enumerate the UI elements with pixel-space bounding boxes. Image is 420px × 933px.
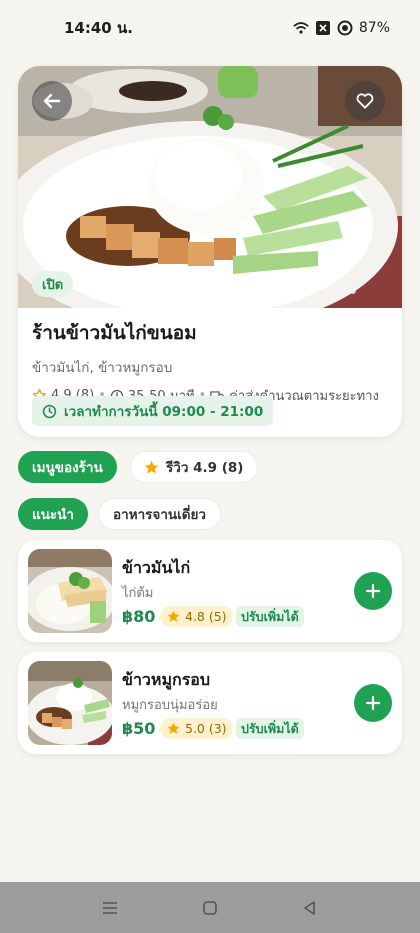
plus-icon [365,583,381,599]
battery-icon [337,20,353,36]
menu-item-image [28,549,112,633]
restaurant-name: ร้านข้าวมันไก่ขนอม [32,322,197,344]
tab-reviews[interactable]: รีวิว 4.9 (8) [130,451,259,483]
menu-item-description: ไก่ต้ม [122,586,154,601]
opening-hours: เวลาทำการวันนี้ 09:00 - 21:00 [32,396,274,426]
menu-item-rating: 4.8 (5) [160,606,233,627]
square-icon [203,900,217,915]
back-nav-button[interactable] [295,893,325,923]
status-time: 14:40 น. [64,19,133,37]
menu-item-name: ข้าวหมูกรอบ [122,670,211,689]
menu-item[interactable]: ข้าวหมูกรอบ หมูกรอบนุ่มอร่อย ฿50 5.0 (3)… [18,652,402,754]
menu-item-rating-value: 5.0 (3) [185,721,227,736]
menu-item-image [28,661,112,745]
favorite-button[interactable] [345,81,385,121]
menu-lines-icon [103,901,117,914]
no-signal-icon [315,20,331,36]
tab-menu[interactable]: เมนูของร้าน [18,451,117,483]
customizable-tag: ปรับเพิ่มได้ [236,718,304,739]
filter-recommended[interactable]: แนะนำ [18,498,88,530]
menu-item-name: ข้าวมันไก่ [122,558,191,577]
clock-icon [42,404,57,418]
menu-item[interactable]: ข้าวมันไก่ ไก่ต้ม ฿80 4.8 (5) ปรับเพิ่มไ… [18,540,402,642]
open-status-badge: เปิด [32,271,74,297]
add-to-cart-button[interactable] [354,684,392,722]
recent-apps-button[interactable] [95,893,125,923]
system-navigation-bar [0,882,420,933]
restaurant-card: เปิด ร้านข้าวมันไก่ขนอม ข้าวมันไก่, ข้าว… [18,66,402,437]
arrow-left-icon [43,93,61,109]
restaurant-hero-image: เปิด [18,66,402,308]
menu-item-price: ฿80 [122,607,156,626]
menu-item-description: หมูกรอบนุ่มอร่อย [122,698,218,713]
wifi-icon [293,20,309,36]
opening-hours-text: เวลาทำการวันนี้ 09:00 - 21:00 [64,404,264,420]
filter-single-dish[interactable]: อาหารจานเดี่ยว [98,498,222,530]
customizable-tag: ปรับเพิ่มได้ [236,606,304,627]
home-button[interactable] [195,893,225,923]
status-icons: 87% [293,20,390,36]
menu-item-rating-value: 4.8 (5) [185,609,227,624]
plus-icon [365,695,381,711]
add-to-cart-button[interactable] [354,572,392,610]
menu-item-rating: 5.0 (3) [160,718,233,739]
star-icon [167,610,180,622]
heart-icon [356,93,374,109]
menu-item-price: ฿50 [122,719,156,738]
restaurant-info: ร้านข้าวมันไก่ขนอม ข้าวมันไก่, ข้าวหมูกร… [32,318,392,406]
star-icon [144,460,159,473]
tab-reviews-label: รีวิว 4.9 (8) [166,460,244,476]
battery-percent: 87% [358,20,390,36]
back-button[interactable] [32,81,72,121]
status-bar: 14:40 น. 87% [0,0,420,56]
restaurant-categories: ข้าวมันไก่, ข้าวหมูกรอบ [32,360,173,376]
star-icon [167,722,180,734]
triangle-back-icon [304,900,315,915]
